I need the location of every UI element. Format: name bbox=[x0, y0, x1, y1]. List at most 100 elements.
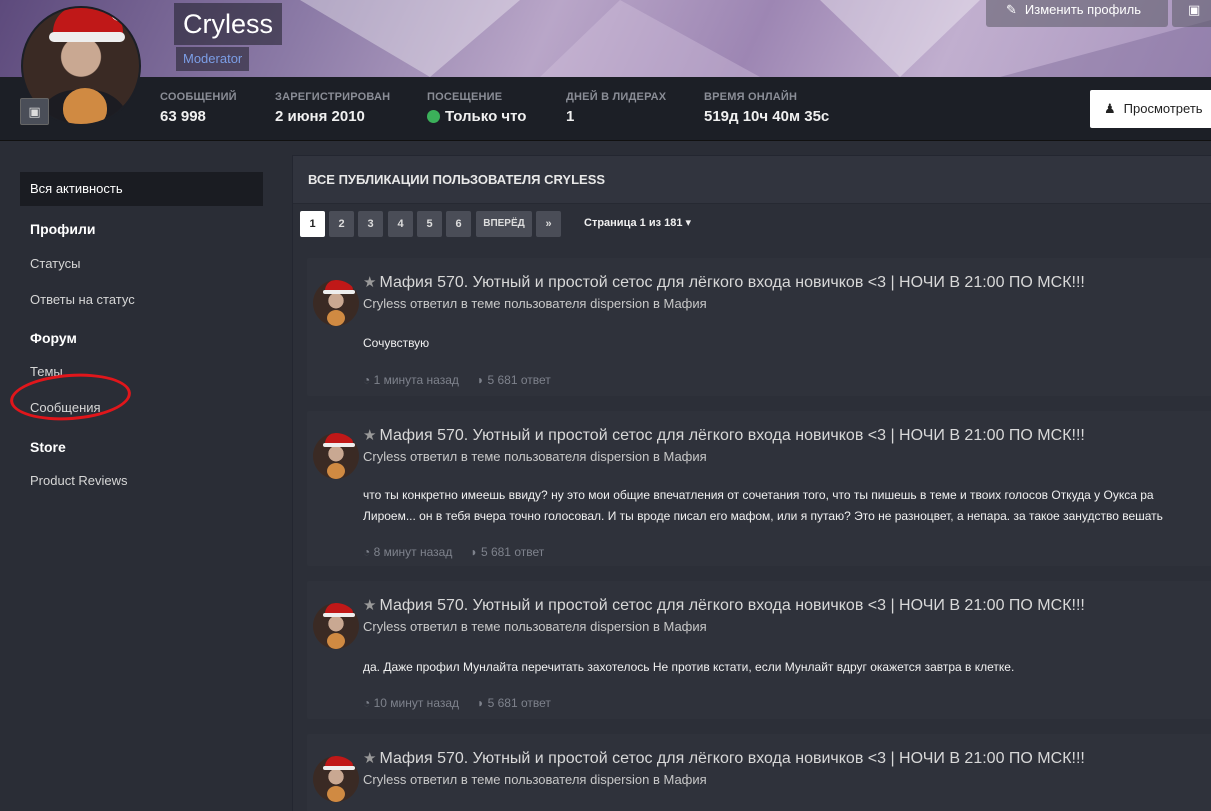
author-avatar[interactable] bbox=[313, 756, 359, 802]
edit-profile-button[interactable]: ✎ Изменить профиль bbox=[986, 0, 1168, 27]
cover-photo-button[interactable]: ▣ bbox=[1172, 0, 1211, 27]
author-avatar[interactable] bbox=[313, 603, 359, 649]
post-time[interactable]: 1 минута назад bbox=[374, 373, 459, 387]
star-icon: ★ bbox=[363, 597, 377, 614]
stat-label: СООБЩЕНИЙ bbox=[160, 91, 237, 103]
comment-icon: ◗ bbox=[470, 545, 481, 559]
caret-down-icon: ▾ bbox=[685, 217, 692, 229]
post-time[interactable]: 8 минут назад bbox=[374, 545, 453, 559]
page-6-button[interactable]: 6 bbox=[446, 211, 471, 237]
stat-label: ПОСЕЩЕНИЕ bbox=[427, 91, 503, 103]
avatar-hat-trim bbox=[49, 32, 125, 42]
sidebar-item-all-activity[interactable]: Вся активность bbox=[20, 172, 263, 206]
profile-role[interactable]: Moderator bbox=[176, 47, 250, 71]
edit-profile-label: Изменить профиль bbox=[1024, 2, 1141, 17]
topic-title-text: Мафия 570. Уютный и простой сетос для лё… bbox=[379, 750, 1085, 767]
activity-item: ★ Мафия 570. Уютный и простой сетос для л… bbox=[307, 258, 1211, 396]
post-meta: ◔ 10 минут назад ◗ 5 681 ответ bbox=[363, 696, 551, 710]
topic-title-text: Мафия 570. Уютный и простой сетос для лё… bbox=[379, 427, 1085, 444]
author-avatar[interactable] bbox=[313, 433, 359, 479]
activity-item: ★ Мафия 570. Уютный и простой сетос для л… bbox=[307, 734, 1211, 811]
comment-icon: ◗ bbox=[477, 696, 488, 710]
post-meta: ◔ 8 минут назад ◗ 5 681 ответ bbox=[363, 545, 544, 559]
view-profile-button[interactable]: ♟ Просмотреть bbox=[1090, 90, 1211, 128]
sidebar-item-posts[interactable]: Сообщения bbox=[30, 400, 101, 415]
clock-icon: ◔ bbox=[363, 373, 374, 387]
stat-joined: ЗАРЕГИСТРИРОВАН 2 июня 2010 bbox=[275, 91, 390, 125]
sidebar-item-product-reviews[interactable]: Product Reviews bbox=[30, 473, 128, 488]
online-status-icon bbox=[427, 110, 440, 123]
comment-icon: ◗ bbox=[476, 373, 488, 387]
post-body: да. Даже профил Мунлайта перечитать захо… bbox=[363, 657, 1014, 678]
topic-title-link[interactable]: ★ Мафия 570. Уютный и простой сетос для л… bbox=[363, 596, 1085, 615]
post-time[interactable]: 10 минут назад bbox=[374, 696, 459, 710]
clock-icon: ◔ bbox=[363, 696, 374, 710]
activity-sidebar: Вся активность Профили Статусы Ответы на… bbox=[0, 142, 280, 811]
stat-label: ДНЕЙ В ЛИДЕРАХ bbox=[566, 91, 667, 103]
image-icon: ▣ bbox=[28, 104, 41, 119]
activity-item: ★ Мафия 570. Уютный и простой сетос для л… bbox=[307, 581, 1211, 719]
star-icon: ★ bbox=[363, 750, 377, 767]
post-body-line: Сочувствую bbox=[363, 336, 430, 350]
post-body-line: да. Даже профил Мунлайта перечитать захо… bbox=[363, 660, 1015, 674]
topic-title-link[interactable]: ★ Мафия 570. Уютный и простой сетос для л… bbox=[363, 273, 1085, 292]
author-avatar[interactable] bbox=[313, 280, 359, 326]
post-body-line: что ты конкретно имеешь ввиду? ну это мо… bbox=[363, 488, 1154, 502]
star-icon: ★ bbox=[363, 274, 377, 291]
page-1-button[interactable]: 1 bbox=[300, 211, 325, 237]
profile-cover: Cryless Moderator ✎ Изменить профиль ▣ bbox=[0, 0, 1211, 77]
activity-stream: ВСЕ ПУБЛИКАЦИИ ПОЛЬЗОВАТЕЛЯ CRYLESS 1 2 … bbox=[292, 155, 1211, 811]
stat-value: Только что bbox=[427, 108, 526, 125]
post-body: Сочувствую bbox=[363, 333, 429, 354]
stat-value: 1 bbox=[566, 108, 575, 125]
page-3-button[interactable]: 3 bbox=[358, 211, 383, 237]
page-info-label: Страница 1 из 181 bbox=[584, 217, 683, 229]
image-icon: ▣ bbox=[1188, 2, 1201, 17]
activity-item: ★ Мафия 570. Уютный и простой сетос для л… bbox=[307, 411, 1211, 566]
stat-label: ВРЕМЯ ОНЛАЙН bbox=[704, 91, 798, 103]
star-icon: ★ bbox=[363, 427, 377, 444]
activity-subtitle: Cryless ответил в теме пользователя disp… bbox=[363, 296, 707, 311]
sidebar-heading-profiles: Профили bbox=[30, 221, 96, 237]
topic-title-text: Мафия 570. Уютный и простой сетос для лё… bbox=[379, 274, 1085, 291]
stat-leader-days: ДНЕЙ В ЛИДЕРАХ 1 bbox=[566, 91, 666, 125]
activity-subtitle: Cryless ответил в теме пользователя disp… bbox=[363, 772, 707, 787]
page-4-button[interactable]: 4 bbox=[388, 211, 413, 237]
stat-value: 63 998 bbox=[160, 108, 206, 125]
profile-name: Cryless bbox=[174, 3, 283, 45]
page-5-button[interactable]: 5 bbox=[417, 211, 442, 237]
stat-last-visit: ПОСЕЩЕНИЕ Только что bbox=[427, 91, 526, 125]
stat-value: 519д 10ч 40м 35с bbox=[704, 108, 830, 125]
sidebar-item-topics[interactable]: Темы bbox=[30, 364, 63, 379]
page-jump-dropdown[interactable]: Страница 1 из 181 ▾ bbox=[584, 216, 691, 229]
pencil-icon: ✎ bbox=[1006, 2, 1017, 17]
sidebar-heading-forum: Форум bbox=[30, 330, 77, 346]
stat-label: ЗАРЕГИСТРИРОВАН bbox=[275, 91, 391, 103]
view-profile-label: Просмотреть bbox=[1123, 101, 1203, 116]
stat-value: 2 июня 2010 bbox=[275, 108, 365, 125]
change-photo-button[interactable]: ▣ bbox=[20, 98, 49, 125]
page-2-button[interactable]: 2 bbox=[329, 211, 354, 237]
profile-stats-bar: СООБЩЕНИЙ 63 998 ЗАРЕГИСТРИРОВАН 2 июня … bbox=[0, 77, 1211, 141]
stat-posts: СООБЩЕНИЙ 63 998 bbox=[160, 91, 237, 125]
stat-online-time: ВРЕМЯ ОНЛАЙН 519д 10ч 40м 35с bbox=[704, 91, 829, 125]
avatar-cat bbox=[63, 88, 107, 124]
user-icon: ♟ bbox=[1104, 101, 1116, 116]
activity-subtitle: Cryless ответил в теме пользователя disp… bbox=[363, 449, 707, 464]
sidebar-heading-store: Store bbox=[30, 439, 66, 455]
next-page-button[interactable]: ВПЕРЁД bbox=[476, 211, 532, 237]
stat-value-text: Только что bbox=[445, 108, 527, 125]
reply-count: 5 681 ответ bbox=[487, 373, 551, 387]
topic-title-link[interactable]: ★ Мафия 570. Уютный и простой сетос для л… bbox=[363, 749, 1085, 768]
post-meta: ◔ 1 минута назад ◗ 5 681 ответ bbox=[363, 373, 551, 387]
post-body-line: Лироем... он в тебя вчера точно голосова… bbox=[363, 509, 1163, 523]
last-page-button[interactable]: » bbox=[536, 211, 561, 237]
sidebar-item-status-replies[interactable]: Ответы на статус bbox=[30, 292, 135, 307]
sidebar-item-statuses[interactable]: Статусы bbox=[30, 256, 80, 271]
activity-subtitle: Cryless ответил в теме пользователя disp… bbox=[363, 619, 707, 634]
page-title: ВСЕ ПУБЛИКАЦИИ ПОЛЬЗОВАТЕЛЯ CRYLESS bbox=[293, 156, 1211, 204]
clock-icon: ◔ bbox=[363, 545, 374, 559]
reply-count: 5 681 ответ bbox=[480, 545, 545, 559]
topic-title-text: Мафия 570. Уютный и простой сетос для лё… bbox=[379, 597, 1085, 614]
topic-title-link[interactable]: ★ Мафия 570. Уютный и простой сетос для л… bbox=[363, 426, 1085, 445]
